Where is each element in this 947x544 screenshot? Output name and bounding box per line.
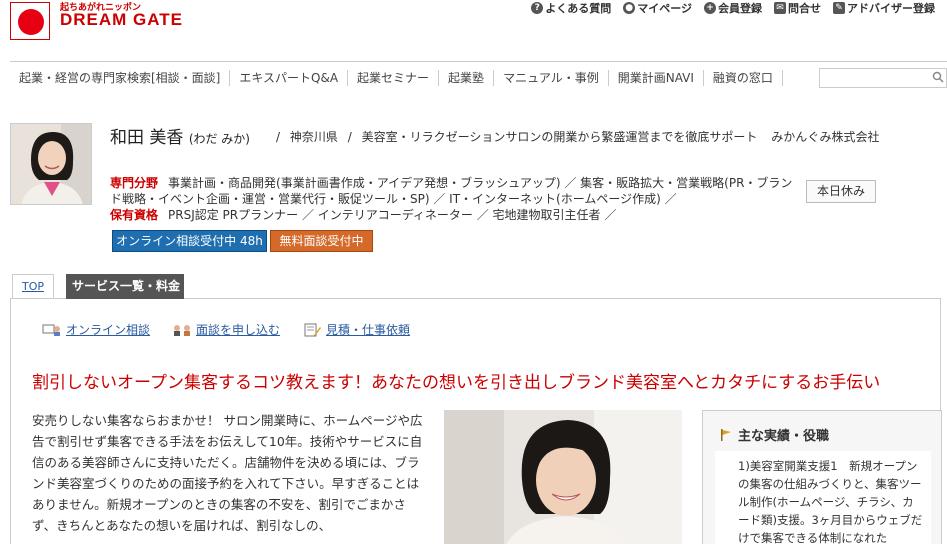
faq-label: よくある質問 — [545, 2, 612, 15]
online-consult-label: オンライン相談 — [66, 323, 151, 337]
search-input[interactable] — [820, 68, 930, 87]
nav-finance[interactable]: 融資の窓口 — [704, 69, 783, 86]
nav-manual[interactable]: マニュアル・事例 — [494, 69, 609, 86]
qualification-text: PRSJ認定 PRプランナー ／ インテリアコーディネーター ／ 宅地建物取引主… — [168, 208, 617, 222]
contact-link[interactable]: ✉ 問合せ — [774, 0, 821, 16]
intro-text: 安売りしない集客ならおまかせ！ サロン開業時に、ホームページや広告で割引せず集客… — [32, 413, 423, 533]
advisor-photo — [444, 410, 682, 544]
advisor-photo-image — [444, 410, 682, 544]
nav-plan-navi[interactable]: 開業計画NAVI — [609, 69, 704, 86]
tab-top[interactable]: TOP — [12, 274, 54, 298]
holiday-badge: 本日休み — [806, 180, 876, 203]
specialty-row: 専門分野 事業計画・商品開発(事業計画書作成・アイデア発想・ブラッシュアップ) ／… — [110, 175, 800, 207]
achievements-text: 1)美容室開業支援1 新規オープンの集客の仕組みづくりと、集客ツール制作(ホーム… — [715, 451, 931, 544]
qualification-row: 保有資格 PRSJ認定 PRプランナー ／ インテリアコーディネーター ／ 宅地建… — [110, 207, 800, 223]
specialty-label: 専門分野 — [110, 176, 159, 190]
utility-nav: ? よくある質問 ● マイページ + 会員登録 ✉ 問合せ ✎ アドバイザー登録 — [531, 0, 935, 16]
advisor-register-label: アドバイザー登録 — [847, 2, 935, 15]
estimate-link[interactable]: 見積・仕事依頼 — [302, 321, 410, 338]
avatar-portrait — [11, 124, 91, 204]
nav-seminar[interactable]: 起業セミナー — [348, 69, 440, 86]
question-icon: ? — [531, 2, 544, 14]
tab-service-label: サービス一覧・料金 — [72, 279, 181, 293]
nav-expert-search[interactable]: 起業・経営の専門家検索[相談・面談] — [10, 69, 231, 86]
qualification-label: 保有資格 — [110, 208, 159, 222]
nav-expert-qa[interactable]: エキスパートQ&A — [230, 69, 349, 86]
achievements-panel: 主な実績・役職 1)美容室開業支援1 新規オープンの集客の仕組みづくりと、集客ツ… — [702, 410, 942, 544]
separator: / — [347, 130, 352, 144]
achievements-title-text: 主な実績・役職 — [738, 429, 830, 444]
profile-company: みかんぐみ株式会社 — [771, 130, 880, 144]
free-meeting-button[interactable]: 無料面談受付中 — [270, 230, 373, 252]
pencil-icon: ✎ — [833, 2, 845, 14]
tab-service-list[interactable]: サービス一覧・料金 ➜ — [66, 274, 184, 318]
register-label: 会員登録 — [718, 2, 762, 15]
online-consult-link[interactable]: オンライン相談 — [42, 321, 150, 338]
page-headline: 割引しないオープン集客するコツ教えます！あなたの想いを引き出しブランド美容室へと… — [32, 373, 881, 393]
add-user-icon: + — [704, 2, 716, 14]
search-box — [819, 67, 947, 88]
mypage-label: マイページ — [637, 2, 692, 15]
estimate-label: 見積・仕事依頼 — [326, 323, 411, 337]
global-nav: 起業・経営の専門家検索[相談・面談] エキスパートQ&A 起業セミナー 起業塾 … — [10, 61, 947, 93]
profile-name: 和田 美香 — [110, 128, 184, 148]
logo-mark[interactable] — [10, 2, 50, 40]
contact-label: 問合せ — [788, 2, 821, 15]
profile-name-line: 和田 美香 (わだ みか) — [110, 123, 250, 148]
meeting-link[interactable]: 面談を申し込む — [172, 321, 280, 338]
separator: / — [276, 130, 281, 144]
profile-prefecture: 神奈川県 — [289, 130, 338, 144]
mail-icon: ✉ — [774, 2, 786, 14]
profile-meta: / 神奈川県 / 美容室・リラクゼーションサロンの開業から繁盛運営までを徹底サポ… — [270, 128, 880, 145]
register-link[interactable]: + 会員登録 — [704, 0, 762, 16]
avatar — [10, 123, 92, 205]
meeting-icon — [174, 324, 191, 336]
nav-juku[interactable]: 起業塾 — [439, 69, 495, 86]
advisor-register-link[interactable]: ✎ アドバイザー登録 — [833, 0, 935, 16]
meeting-label: 面談を申し込む — [196, 323, 281, 337]
online-consult-button[interactable]: オンライン相談受付中 48h — [112, 230, 267, 252]
search-icon[interactable] — [932, 71, 944, 83]
achievements-title: 主な実績・役職 — [719, 425, 829, 444]
logo-name[interactable]: DREAM GATE — [60, 10, 183, 30]
logo-circle-icon — [18, 9, 44, 35]
online-consult-icon — [42, 324, 60, 336]
faq-link[interactable]: ? よくある質問 — [531, 0, 611, 16]
estimate-icon — [304, 323, 322, 336]
action-links: オンライン相談 面談を申し込む 見積・仕事依頼 — [42, 321, 410, 338]
profile-specialties: 専門分野 事業計画・商品開発(事業計画書作成・アイデア発想・ブラッシュアップ) ／… — [110, 175, 800, 223]
profile-summary: 美容室・リラクゼーションサロンの開業から繁盛運営までを徹底サポート — [361, 130, 758, 144]
specialty-text: 事業計画・商品開発(事業計画書作成・アイデア発想・ブラッシュアップ) ／ 集客・… — [110, 176, 793, 206]
flag-icon — [721, 428, 731, 441]
mypage-link[interactable]: ● マイページ — [623, 0, 692, 16]
profile-reading: (わだ みか) — [188, 132, 250, 146]
person-icon: ● — [623, 2, 636, 14]
